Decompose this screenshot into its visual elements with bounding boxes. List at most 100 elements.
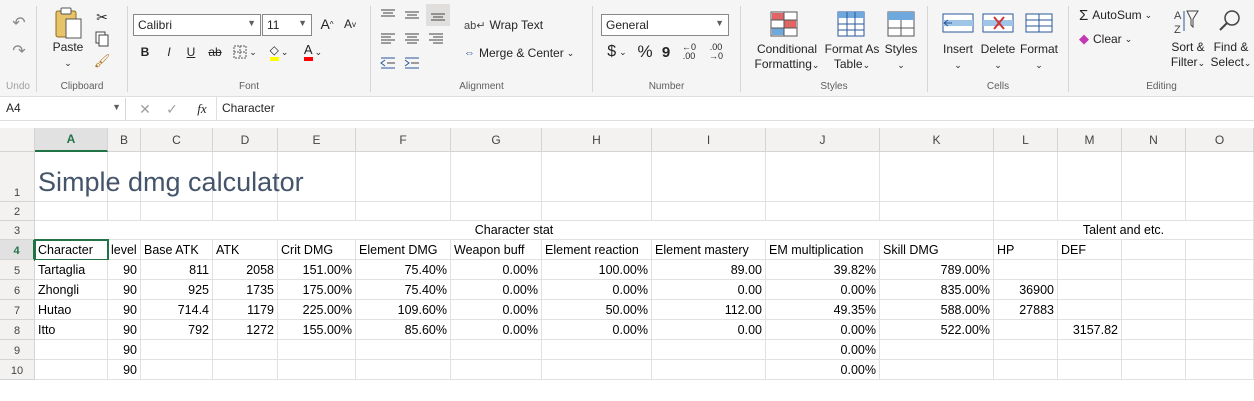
data-cell[interactable]: 0.00	[652, 280, 766, 300]
data-cell[interactable]: 112.00	[652, 300, 766, 320]
delete-cells-icon[interactable]	[981, 10, 1015, 36]
data-cell[interactable]: 0.00%	[766, 340, 880, 360]
grid-cell[interactable]	[994, 202, 1058, 221]
column-label-9[interactable]: EM multiplication	[766, 240, 880, 260]
cancel-icon[interactable]: ✕	[137, 100, 153, 118]
copy-icon[interactable]	[93, 30, 111, 48]
grid-cell[interactable]	[35, 340, 108, 360]
grid-cell[interactable]	[880, 202, 994, 221]
grid-cell[interactable]	[1122, 202, 1186, 221]
data-cell[interactable]: 714.4	[141, 300, 213, 320]
data-cell[interactable]: 0.00%	[451, 320, 542, 340]
data-cell[interactable]: 811	[141, 260, 213, 280]
grid-cell[interactable]	[356, 152, 451, 202]
column-label-7[interactable]: Element reaction	[542, 240, 652, 260]
grid-cell[interactable]	[542, 202, 652, 221]
format-as-table-button[interactable]: Format As Table⌄	[821, 42, 883, 73]
font-color-icon[interactable]: A ⌄	[298, 42, 328, 62]
grid-cell[interactable]	[1186, 202, 1254, 221]
bold-button[interactable]: B	[136, 43, 154, 61]
wrap-text-button[interactable]: ab↵ Wrap Text	[464, 16, 544, 34]
row-header-6[interactable]: 6	[0, 280, 35, 300]
grid-cell[interactable]	[141, 202, 213, 221]
grid-cell[interactable]	[542, 360, 652, 380]
data-cell[interactable]: 39.82%	[766, 260, 880, 280]
data-cell[interactable]: 36900	[994, 280, 1058, 300]
row-header-1[interactable]: 1	[0, 152, 35, 202]
grid-cell[interactable]	[35, 360, 108, 380]
grid-cell[interactable]	[451, 202, 542, 221]
grid-cell[interactable]	[1186, 340, 1254, 360]
data-cell[interactable]: 75.40%	[356, 260, 451, 280]
grid-cell[interactable]	[451, 152, 542, 202]
data-cell[interactable]: 789.00%	[880, 260, 994, 280]
grid-cell[interactable]	[141, 340, 213, 360]
character-name-cell[interactable]: Itto	[35, 320, 108, 340]
grid-cell[interactable]	[1186, 320, 1254, 340]
data-cell[interactable]: 175.00%	[278, 280, 356, 300]
decrease-indent-icon[interactable]	[378, 54, 398, 72]
data-cell[interactable]: 522.00%	[880, 320, 994, 340]
align-center-icon[interactable]	[402, 30, 422, 48]
paste-label[interactable]: Paste	[49, 40, 87, 55]
column-header-m[interactable]: M	[1058, 128, 1122, 152]
italic-button[interactable]: I	[160, 43, 178, 61]
grid-cell[interactable]	[1122, 280, 1186, 300]
data-cell[interactable]: 90	[108, 300, 141, 320]
grid-cell[interactable]	[994, 260, 1058, 280]
data-cell[interactable]: 835.00%	[880, 280, 994, 300]
grid-cell[interactable]	[652, 360, 766, 380]
merge-center-button[interactable]: ⇔ Merge & Center ⌄	[464, 44, 586, 62]
column-header-l[interactable]: L	[994, 128, 1058, 152]
borders-icon[interactable]: ⌄	[230, 43, 260, 61]
grid-cell[interactable]	[1058, 152, 1122, 202]
sort-filter-icon[interactable]: AZ	[1171, 6, 1201, 36]
data-cell[interactable]: 0.00%	[451, 260, 542, 280]
enter-icon[interactable]: ✓	[164, 100, 180, 118]
column-label-4[interactable]: Crit DMG	[278, 240, 356, 260]
data-cell[interactable]: 90	[108, 320, 141, 340]
grid-cell[interactable]	[1058, 360, 1122, 380]
grid-cell[interactable]	[1186, 152, 1254, 202]
row-header-4[interactable]: 4	[0, 240, 35, 260]
column-header-n[interactable]: N	[1122, 128, 1186, 152]
column-header-i[interactable]: I	[652, 128, 766, 152]
conditional-formatting-icon[interactable]	[769, 10, 799, 38]
sort-filter-button[interactable]: Sort & Filter⌄	[1166, 40, 1210, 71]
row-header-7[interactable]: 7	[0, 300, 35, 320]
grid-cell[interactable]	[35, 202, 108, 221]
percent-icon[interactable]: %	[635, 42, 655, 62]
data-cell[interactable]: 85.60%	[356, 320, 451, 340]
align-top-icon[interactable]	[378, 6, 398, 24]
shrink-font-icon[interactable]: Av	[341, 15, 359, 33]
grid-cell[interactable]	[213, 360, 278, 380]
grid-cell[interactable]	[880, 152, 994, 202]
group-header-character-stat[interactable]: Character stat	[35, 221, 994, 240]
fill-color-icon[interactable]: ◇ ⌄	[264, 42, 294, 62]
character-name-cell[interactable]: Zhongli	[35, 280, 108, 300]
find-select-icon[interactable]	[1215, 6, 1245, 36]
column-header-h[interactable]: H	[542, 128, 652, 152]
grid-cell[interactable]	[880, 340, 994, 360]
grid-cell[interactable]	[1122, 360, 1186, 380]
grid-cell[interactable]	[652, 152, 766, 202]
grid-cell[interactable]	[451, 360, 542, 380]
data-cell[interactable]: 109.60%	[356, 300, 451, 320]
align-left-icon[interactable]	[378, 30, 398, 48]
grow-font-icon[interactable]: A ^	[318, 15, 336, 33]
name-box[interactable]: A4 ▼	[2, 98, 126, 120]
grid-cell[interactable]	[213, 340, 278, 360]
grid-cell[interactable]	[994, 360, 1058, 380]
grid-cell[interactable]	[356, 340, 451, 360]
data-cell[interactable]: 0.00%	[766, 360, 880, 380]
column-label-12[interactable]: DEF	[1058, 240, 1122, 260]
column-label-11[interactable]: HP	[994, 240, 1058, 260]
row-header-9[interactable]: 9	[0, 340, 35, 360]
grid-cell[interactable]	[652, 340, 766, 360]
grid-cell[interactable]	[1122, 260, 1186, 280]
number-format-select[interactable]: General ▼	[601, 14, 729, 36]
format-painter-icon[interactable]: 🖌	[93, 52, 111, 70]
redo-icon[interactable]: ↷	[9, 42, 29, 60]
data-cell[interactable]: 49.35%	[766, 300, 880, 320]
grid-cell[interactable]	[1058, 300, 1122, 320]
